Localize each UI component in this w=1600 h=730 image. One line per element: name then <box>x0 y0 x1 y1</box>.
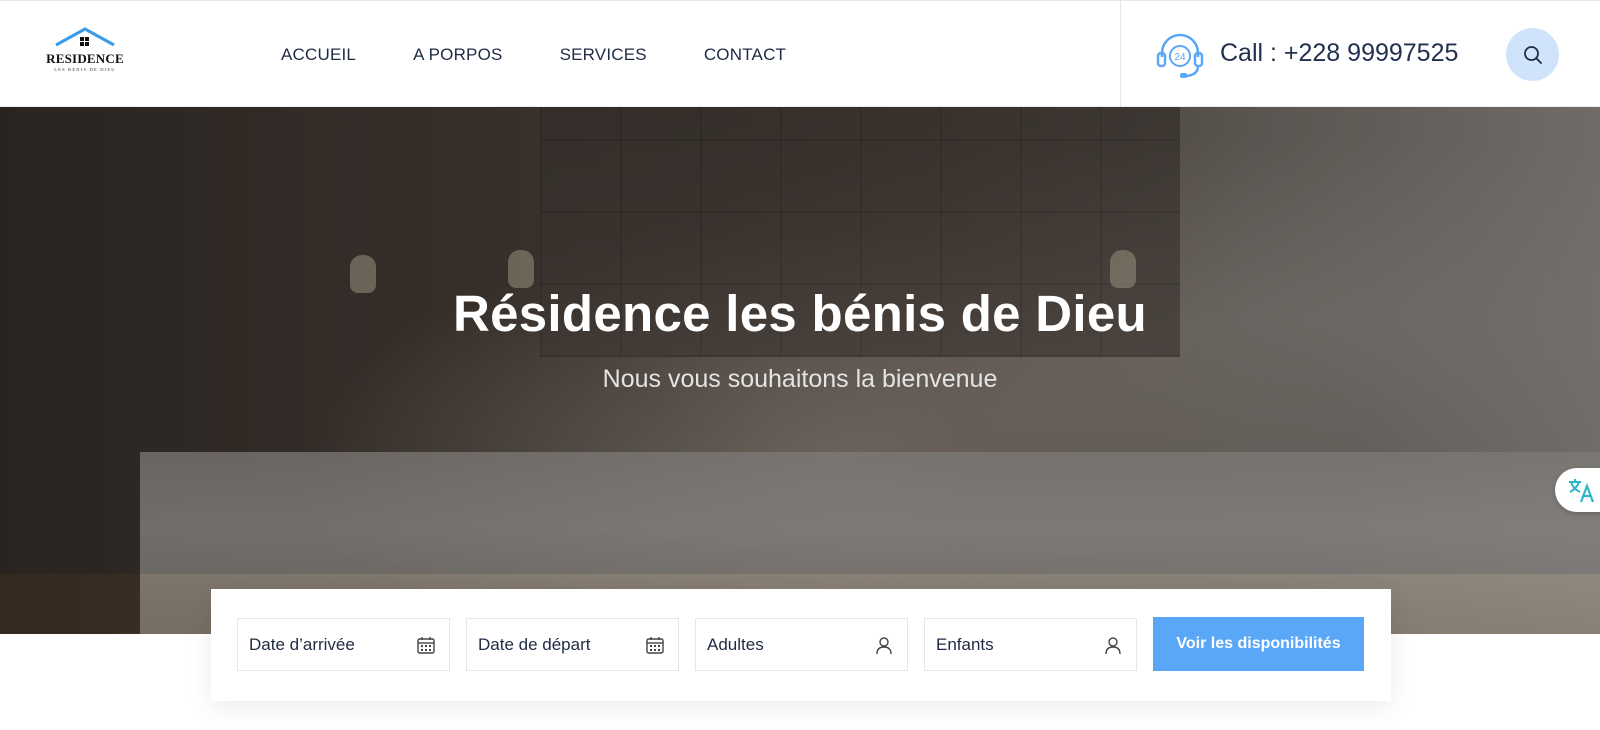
nav-item-services[interactable]: SERVICES <box>560 45 647 65</box>
adults-label: Adultes <box>707 635 764 654</box>
nav-item-contact[interactable]: CONTACT <box>704 45 786 65</box>
site-header: RESIDENCE LES BENIS DE DIEU ACCUEIL A PO… <box>0 0 1600 108</box>
user-icon <box>876 637 892 655</box>
hero-subtitle: Nous vous souhaitons la bienvenue <box>602 365 998 393</box>
nav-item-accueil[interactable]: ACCUEIL <box>281 45 356 65</box>
departure-date-label: Date de départ <box>478 635 591 654</box>
children-label: Enfants <box>936 635 994 654</box>
arrival-date-label: Date d’arrivée <box>249 635 355 654</box>
translate-icon <box>1569 479 1595 503</box>
house-logo-icon <box>55 27 115 47</box>
headset-24-icon: 24 <box>1156 33 1204 78</box>
search-icon <box>1523 45 1542 64</box>
user-icon <box>1105 637 1121 655</box>
call-phone-number[interactable]: Call : +228 99997525 <box>1220 39 1458 68</box>
header-divider <box>1120 1 1121 108</box>
nav-item-a-propos[interactable]: A PORPOS <box>413 45 502 65</box>
translate-button[interactable] <box>1555 468 1600 512</box>
children-field[interactable]: Enfants <box>924 618 1137 671</box>
search-button[interactable] <box>1506 28 1559 81</box>
check-availability-button[interactable]: Voir les disponibilités <box>1153 617 1364 671</box>
main-nav: ACCUEIL A PORPOS SERVICES CONTACT <box>281 1 786 108</box>
logo-tagline: LES BENIS DE DIEU <box>54 67 116 72</box>
calendar-icon <box>646 637 664 654</box>
site-logo[interactable]: RESIDENCE LES BENIS DE DIEU <box>44 27 126 77</box>
calendar-icon <box>417 637 435 654</box>
call-badge-label: 24 <box>1174 52 1186 63</box>
hero-title: Résidence les bénis de Dieu <box>452 285 1148 342</box>
booking-form: Date d’arrivée Date de départ Adultes En… <box>211 589 1391 701</box>
logo-title: RESIDENCE <box>46 51 124 66</box>
arrival-date-field[interactable]: Date d’arrivée <box>237 618 450 671</box>
adults-field[interactable]: Adultes <box>695 618 908 671</box>
departure-date-field[interactable]: Date de départ <box>466 618 679 671</box>
hero-banner: Résidence les bénis de Dieu Nous vous so… <box>0 107 1600 634</box>
